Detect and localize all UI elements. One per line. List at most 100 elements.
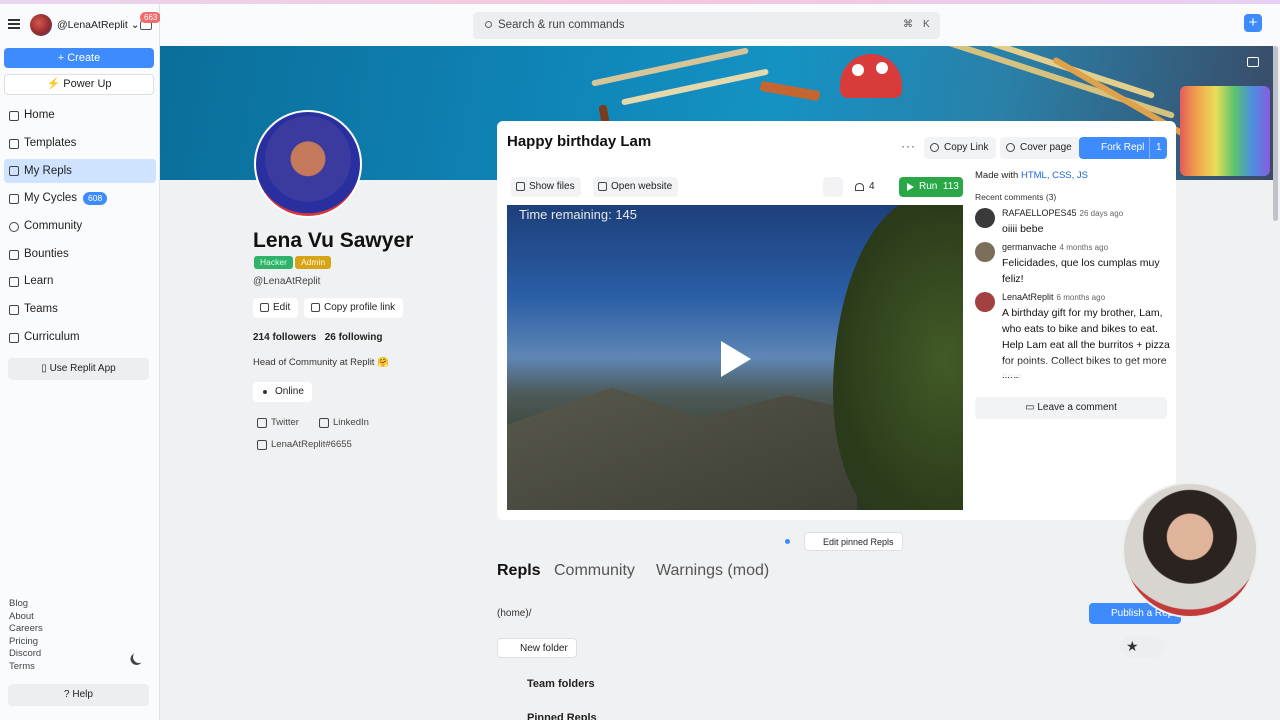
avatar[interactable]: [975, 292, 995, 312]
sidebar-item-home[interactable]: Home: [0, 102, 160, 130]
moon-icon[interactable]: [131, 649, 146, 664]
run-button[interactable]: Run 113: [899, 177, 963, 197]
cycles-badge: 608: [83, 192, 108, 206]
comment-text: oiiii bebe: [1002, 223, 1044, 235]
bounties-icon: [9, 249, 19, 260]
twitter-icon: [257, 418, 267, 428]
hillside: [833, 205, 963, 510]
notification-count: 663: [140, 12, 162, 23]
user-handle-menu[interactable]: @LenaAtReplit ⌄: [57, 19, 140, 31]
sidebar-item-bounties[interactable]: Bounties: [0, 241, 160, 269]
heart-icon: [855, 183, 864, 191]
team-folders-item[interactable]: Team folders: [503, 678, 595, 690]
featured-repl-title[interactable]: Happy birthday Lam: [507, 133, 651, 150]
pinned-pager-dot[interactable]: [785, 539, 790, 544]
mountains: [507, 387, 857, 510]
sidebar-item-my-repls[interactable]: My Repls: [4, 159, 156, 184]
tab-repls[interactable]: Repls: [497, 562, 541, 580]
tab-community[interactable]: Community: [554, 562, 635, 580]
open-website-button[interactable]: Open website: [593, 177, 679, 197]
expand-icon[interactable]: [823, 177, 843, 197]
cover-page-button[interactable]: Cover page: [1000, 137, 1080, 159]
copy-profile-link-button[interactable]: Copy profile link: [304, 298, 404, 318]
breadcrumb[interactable]: (home)/: [497, 608, 531, 619]
mushroom-illustration: [840, 54, 902, 98]
profile-bio: Head of Community at Replit 🤗: [253, 357, 389, 368]
footer-link-pricing[interactable]: Pricing: [9, 636, 43, 649]
comment-author[interactable]: LenaAtReplit: [1002, 292, 1054, 302]
hacker-badge: Hacker: [254, 256, 293, 269]
sidebar-item-my-cycles[interactable]: My Cycles 608: [0, 185, 160, 213]
following-link[interactable]: 26 following: [325, 332, 383, 343]
follow-stats: 214 followers 26 following: [253, 332, 382, 343]
eye-icon: [1006, 143, 1015, 152]
teams-icon: [9, 304, 19, 315]
sidebar-item-curriculum[interactable]: Curriculum: [0, 324, 160, 352]
shortcut-key: K: [923, 19, 930, 30]
home-icon: [9, 110, 19, 121]
footer-link-terms[interactable]: Terms: [9, 661, 43, 674]
copy-link-button[interactable]: Copy Link: [924, 137, 997, 159]
star-toggle[interactable]: ★: [1120, 636, 1164, 658]
more-options-icon[interactable]: ···: [901, 139, 916, 153]
sidebar-item-community[interactable]: Community: [0, 213, 160, 241]
webcam-overlay: [1122, 482, 1258, 618]
edit-profile-button[interactable]: Edit: [253, 298, 299, 318]
pinned-repls-item[interactable]: Pinned Repls: [503, 712, 597, 720]
comment-author[interactable]: RAFAELLOPES45: [1002, 208, 1077, 218]
repl-preview[interactable]: Time remaining: 145: [507, 205, 963, 510]
languages-link[interactable]: HTML, CSS, JS: [1021, 170, 1088, 181]
curriculum-icon: [9, 332, 19, 343]
power-up-button[interactable]: ⚡ Power Up: [4, 74, 154, 95]
create-button[interactable]: + Create: [4, 48, 154, 68]
discord-link[interactable]: LenaAtReplit#6655: [255, 439, 352, 450]
link-icon: [930, 143, 939, 152]
status-badge: Online: [253, 382, 312, 402]
search-icon: [485, 21, 492, 28]
play-icon[interactable]: [721, 341, 751, 377]
linkedin-link[interactable]: LinkedIn: [317, 417, 369, 428]
help-button[interactable]: ? Help: [8, 684, 149, 706]
avatar[interactable]: [975, 242, 995, 262]
camera-icon[interactable]: [1247, 57, 1259, 67]
use-replit-app-button[interactable]: ▯ Use Replit App: [8, 358, 149, 380]
comment-time: 26 days ago: [1079, 209, 1124, 218]
sidebar: @LenaAtReplit ⌄ 663 + Create ⚡ Power Up …: [0, 4, 162, 720]
repl-toolbar: Show files Open website 4 Run 113: [507, 173, 963, 201]
star-icon: ★: [1126, 638, 1139, 654]
followers-link[interactable]: 214 followers: [253, 332, 316, 343]
game-timer-text: Time remaining: 145: [519, 207, 638, 222]
footer-links: Blog About Careers Pricing Discord Terms: [9, 598, 43, 673]
footer-link-careers[interactable]: Careers: [9, 623, 43, 636]
fork-repl-button[interactable]: Fork Repl 1: [1079, 137, 1167, 159]
twitter-link[interactable]: Twitter: [255, 417, 299, 428]
footer-link-about[interactable]: About: [9, 611, 43, 624]
sidebar-item-teams[interactable]: Teams: [0, 296, 160, 324]
featured-repl-card: Happy birthday Lam ··· Copy Link Cover p…: [497, 121, 1176, 520]
like-button[interactable]: 4: [851, 177, 881, 197]
comment-author[interactable]: germanvache: [1002, 242, 1057, 252]
sidebar-nav: Home Templates My Repls My Cycles 608 Com…: [0, 102, 160, 352]
footer-link-blog[interactable]: Blog: [9, 598, 43, 611]
shortcut-cmd: ⌘: [903, 19, 913, 30]
files-icon: [516, 182, 525, 191]
sidebar-item-learn[interactable]: Learn: [0, 268, 160, 296]
scrollbar[interactable]: [1273, 46, 1278, 221]
search-input[interactable]: Search & run commands ⌘ K: [473, 12, 940, 39]
sidebar-item-templates[interactable]: Templates: [0, 130, 160, 158]
linkedin-icon: [319, 418, 329, 428]
leave-comment-button[interactable]: ▭ Leave a comment: [975, 397, 1167, 419]
show-files-button[interactable]: Show files: [511, 177, 581, 197]
admin-badge: Admin: [295, 256, 332, 269]
menu-icon[interactable]: [8, 19, 20, 29]
avatar[interactable]: [975, 208, 995, 228]
tab-warnings[interactable]: Warnings (mod): [656, 562, 769, 580]
status-dot: [263, 390, 267, 394]
new-folder-button[interactable]: New folder: [497, 638, 577, 658]
footer-link-discord[interactable]: Discord: [9, 648, 43, 661]
edit-pinned-repls-button[interactable]: Edit pinned Repls: [804, 532, 903, 551]
search-placeholder: Search & run commands: [498, 19, 625, 31]
new-repl-plus-button[interactable]: +: [1244, 14, 1262, 32]
user-avatar[interactable]: [30, 14, 52, 36]
sidebar-header: @LenaAtReplit ⌄ 663: [0, 12, 162, 38]
